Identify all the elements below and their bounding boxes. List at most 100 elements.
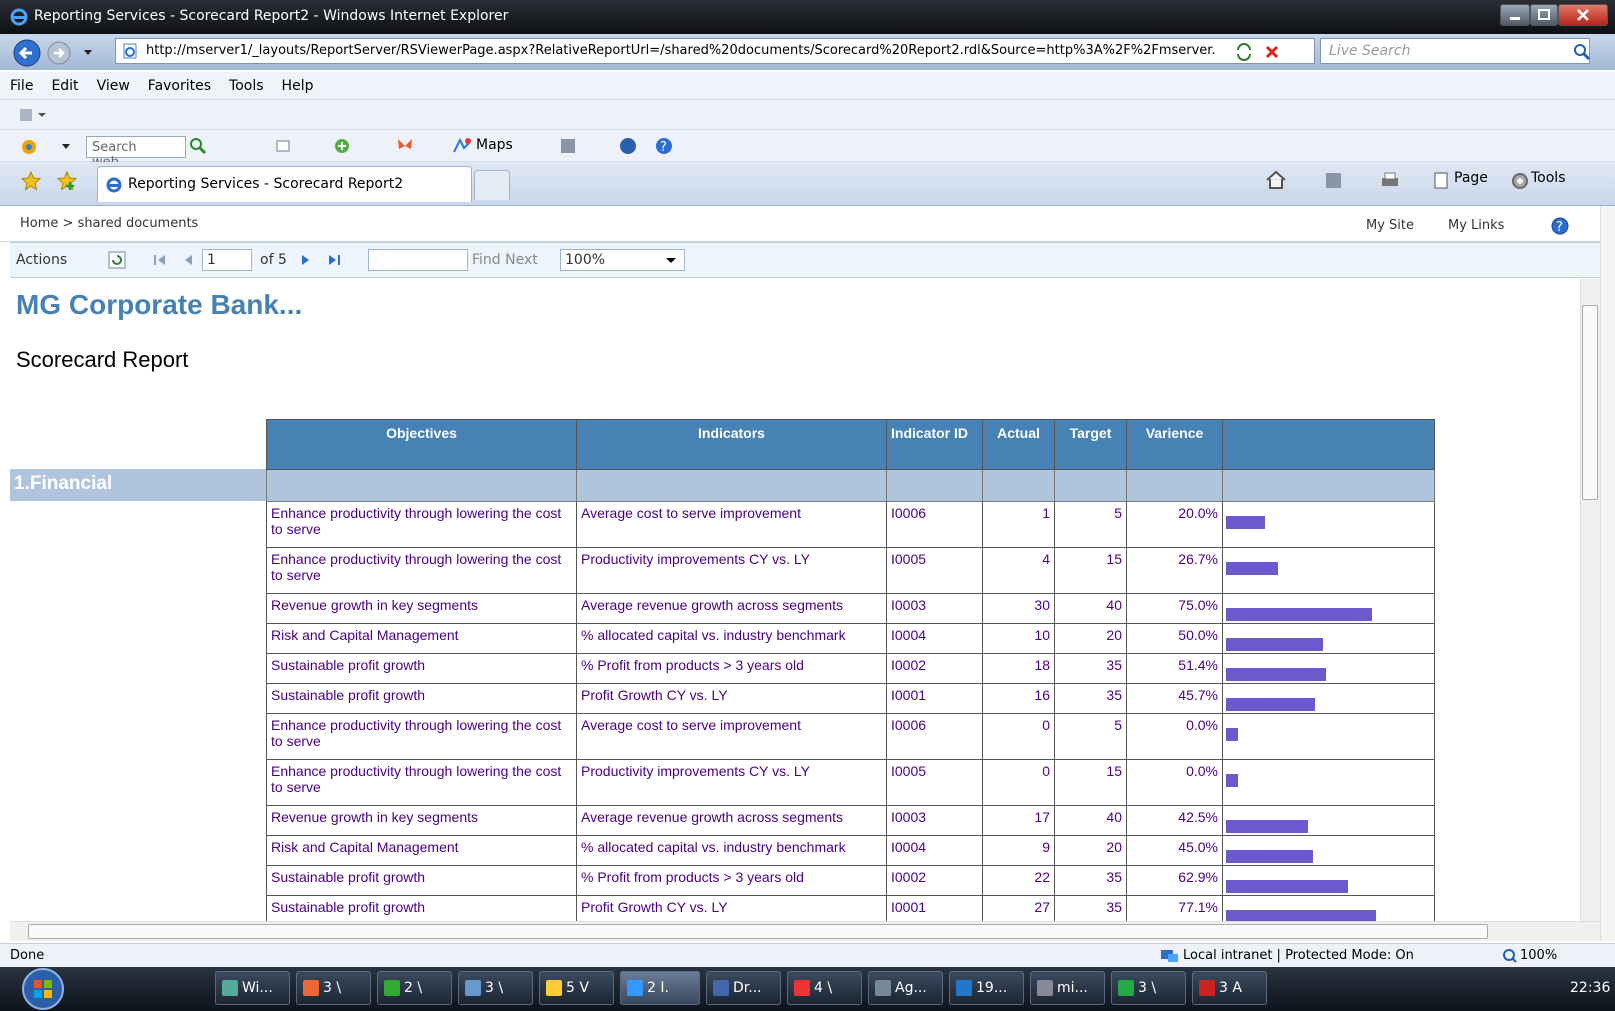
find-next-button[interactable]: Find Next — [472, 252, 538, 268]
close-button[interactable] — [1558, 4, 1608, 26]
taskbar-button[interactable]: 2 I. — [620, 971, 700, 1005]
table-row: Sustainable profit growth% Profit from p… — [266, 653, 1435, 684]
refresh-icon[interactable] — [1234, 42, 1254, 62]
taskbar-button[interactable]: 2 \ — [377, 971, 452, 1005]
print-icon[interactable] — [1380, 172, 1400, 190]
security-zone[interactable]: Local intranet | Protected Mode: On — [1183, 948, 1414, 963]
breadcrumb[interactable]: Home > shared documents — [20, 216, 198, 231]
taskbar-app-icon — [384, 980, 400, 996]
add-icon[interactable] — [333, 137, 351, 155]
cell-target: 40 — [1054, 593, 1127, 624]
notes-icon[interactable] — [275, 138, 291, 154]
taskbar-button[interactable]: 3 \ — [458, 971, 533, 1005]
refresh-report-icon[interactable] — [108, 251, 126, 269]
tools-gear-icon[interactable] — [1510, 171, 1530, 191]
menu-edit[interactable]: Edit — [41, 72, 86, 94]
cell-bar — [1222, 623, 1435, 654]
menu-view[interactable]: View — [87, 72, 138, 94]
help-icon[interactable]: ? — [654, 136, 674, 156]
maps-icon[interactable] — [452, 136, 472, 156]
menu-file[interactable]: File — [0, 72, 41, 94]
web-search-icon[interactable] — [188, 136, 208, 156]
taskbar-button[interactable]: 3 A — [1192, 971, 1267, 1005]
cell-bar — [1222, 835, 1435, 866]
table-row: Enhance productivity through lowering th… — [266, 713, 1435, 760]
category-financial[interactable]: 1.Financial — [10, 469, 266, 501]
page-vertical-scrollbar[interactable] — [1600, 206, 1615, 941]
tab-scorecard-report[interactable]: Reporting Services - Scorecard Report2 — [97, 166, 472, 202]
page-number-input[interactable]: 1 — [202, 249, 252, 271]
variance-bar — [1226, 880, 1348, 893]
web-search-input[interactable]: Search web... — [86, 136, 186, 170]
toolbar-chevron-icon[interactable] — [60, 142, 72, 152]
previous-page-icon[interactable] — [182, 253, 194, 267]
start-button[interactable] — [14, 967, 72, 1011]
cell-actual: 30 — [982, 593, 1055, 624]
horizontal-scroll-thumb[interactable] — [28, 924, 1488, 939]
cell-objective: Risk and Capital Management — [266, 835, 577, 866]
sharepoint-help-icon[interactable]: ? — [1550, 216, 1570, 236]
taskbar-button[interactable]: 5 V — [539, 971, 614, 1005]
menu-help[interactable]: Help — [272, 72, 322, 94]
address-input[interactable]: http://mserver1/_layouts/ReportServer/RS… — [115, 38, 1315, 64]
recent-pages-chevron-icon[interactable] — [82, 48, 94, 58]
cell-target: 5 — [1054, 501, 1127, 548]
last-page-icon[interactable] — [327, 253, 343, 267]
maps-label[interactable]: Maps — [476, 137, 513, 153]
taskbar-button[interactable]: Ag... — [868, 971, 943, 1005]
live-icon[interactable] — [618, 136, 638, 156]
first-page-icon[interactable] — [152, 253, 168, 267]
feed-icon[interactable] — [1325, 172, 1343, 190]
cell-target: 15 — [1054, 759, 1127, 806]
msn-icon[interactable] — [20, 138, 38, 156]
zoom-select[interactable]: 100% — [560, 249, 685, 271]
menu-favorites[interactable]: Favorites — [138, 72, 219, 94]
back-button[interactable] — [12, 38, 42, 68]
live-search-input[interactable]: Live Search — [1320, 38, 1590, 64]
page-menu-icon[interactable] — [1433, 172, 1451, 190]
menu-bar: File Edit View Favorites Tools Help — [0, 72, 1615, 100]
next-page-icon[interactable] — [300, 253, 312, 267]
cell-objective: Enhance productivity through lowering th… — [266, 547, 577, 594]
forward-button[interactable] — [46, 40, 72, 66]
clock[interactable]: 22:36 — [1570, 980, 1610, 996]
variance-bar — [1226, 668, 1326, 681]
cell-target: 35 — [1054, 653, 1127, 684]
butterfly-icon[interactable] — [395, 136, 415, 156]
search-icon[interactable] — [1572, 42, 1592, 62]
minimize-button[interactable] — [1500, 4, 1530, 26]
taskbar-button[interactable]: 4 \ — [787, 971, 862, 1005]
actions-menu[interactable]: Actions — [16, 252, 67, 268]
vertical-scroll-thumb[interactable] — [1582, 305, 1598, 500]
report-content: MG Corporate Bank... Scorecard Report 1.… — [10, 279, 1580, 921]
taskbar-button[interactable]: 3 \ — [1111, 971, 1186, 1005]
taskbar-button[interactable]: 3 \ — [296, 971, 371, 1005]
new-tab-button[interactable] — [474, 170, 510, 200]
maximize-button[interactable] — [1530, 4, 1558, 26]
taskbar-button-label: 2 \ — [404, 980, 423, 996]
intranet-icon — [1161, 950, 1178, 962]
feeds-icon[interactable] — [560, 138, 576, 154]
taskbar-app-icon — [875, 980, 891, 996]
taskbar-button[interactable]: 19... — [949, 971, 1024, 1005]
status-zoom[interactable]: 100% — [1520, 948, 1557, 963]
stop-icon[interactable] — [1262, 42, 1282, 62]
menu-tools[interactable]: Tools — [219, 72, 272, 94]
taskbar-app-icon — [222, 980, 238, 996]
cell-variance: 75.0% — [1126, 593, 1223, 624]
my-site-link[interactable]: My Site — [1366, 218, 1414, 233]
add-favorite-icon[interactable] — [56, 170, 78, 192]
taskbar-button[interactable]: Dr... — [706, 971, 781, 1005]
tools-menu-label[interactable]: Tools — [1531, 170, 1566, 186]
my-links-menu[interactable]: My Links — [1448, 218, 1504, 233]
page-menu-label[interactable]: Page — [1454, 170, 1488, 186]
favorites-star-icon[interactable] — [20, 170, 42, 192]
taskbar-app-icon — [956, 980, 972, 996]
home-icon[interactable] — [1265, 170, 1287, 190]
toolbar-tool-icon[interactable] — [18, 106, 48, 124]
taskbar-button[interactable]: Wi... — [215, 971, 290, 1005]
variance-bar — [1226, 820, 1308, 833]
find-text-input[interactable] — [368, 249, 468, 271]
taskbar-button[interactable]: mi... — [1030, 971, 1105, 1005]
window-title-bar: Reporting Services - Scorecard Report2 -… — [0, 0, 1615, 34]
